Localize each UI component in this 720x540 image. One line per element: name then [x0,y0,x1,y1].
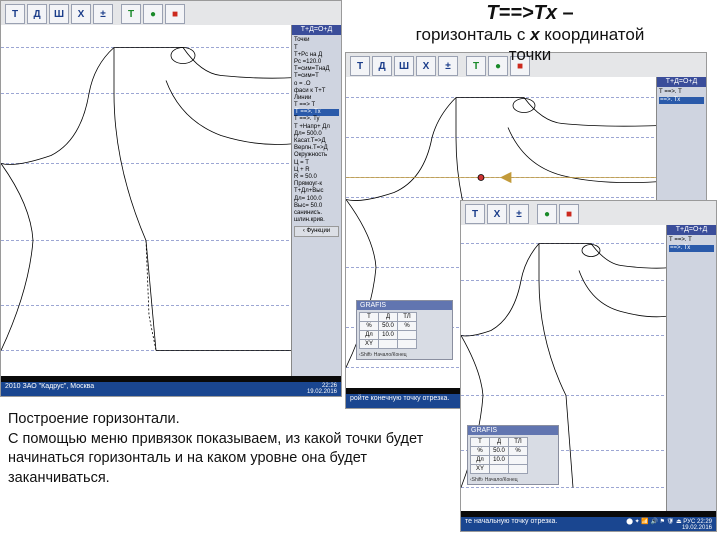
snap-palette[interactable]: GRAFIS ТДТЛ %50.0% Дл10.0 XY ‹Shift› Нач… [467,425,559,485]
tool-btn[interactable]: Т [5,4,25,24]
status-msg: те начальную точку отрезка. [465,518,557,530]
drawing-canvas[interactable] [1,25,296,376]
tool-btn[interactable]: Х [487,204,507,224]
pattern-svg [1,25,296,376]
function-name: T==>Tx [486,2,557,24]
status-bar: те начальную точку отрезка. ⬤ ✦ 📶 🔊 ⚑ 🛡 … [461,517,716,531]
selected-command[interactable]: ==>. Тх [669,245,714,252]
selected-command[interactable]: ==>. Тх [659,97,704,104]
stop-btn[interactable]: ■ [559,204,579,224]
copyright: 2010 ЗАО "Кадрус", Москва [5,383,94,395]
slide-heading: T==>Tx – горизонталь с х координатой точ… [350,2,710,65]
drawing-canvas[interactable]: GRAFIS ТДТЛ %50.0% Дл10.0 XY ‹Shift› Нач… [461,225,671,511]
slide-caption: Построение горизонтали. С помощью меню п… [8,410,468,488]
right-panel: Т+Д=О+Д Т ==>. Т ==>. Тх [666,225,716,511]
panel-header: Т+Д=О+Д [657,77,706,87]
status-msg: ройте конечную точку отрезка. [350,395,449,407]
tool-btn[interactable]: ● [537,204,557,224]
tool-btn[interactable]: Т [121,4,141,24]
tool-btn[interactable]: ● [143,4,163,24]
status-bar: 2010 ЗАО "Кадрус", Москва 22:2619.02.201… [1,382,341,396]
palette-hint: ‹Shift› Начало/Конец [357,351,452,359]
stop-btn[interactable]: ■ [165,4,185,24]
palette-grid[interactable]: ТДТЛ %50.0% Дл10.0 XY [359,312,417,349]
tool-btn[interactable]: Х [71,4,91,24]
screenshot-1: Т Д Ш Х ± Т ● ■ [0,0,342,397]
toolbar: Т Х ± ● ■ [461,201,716,228]
toolbar: Т Д Ш Х ± Т ● ■ [1,1,341,28]
palette-title: GRAFIS [357,301,452,310]
selected-command[interactable]: Т ==>. Тх [294,109,339,116]
tool-btn[interactable]: Т [465,204,485,224]
panel-header: Т+Д=О+Д [667,225,716,235]
tool-btn[interactable]: ± [509,204,529,224]
snap-palette[interactable]: GRAFIS ТДТЛ %50.0% Дл10.0 XY ‹Shift› Нач… [356,300,453,360]
tool-btn[interactable]: Ш [49,4,69,24]
palette-hint: ‹Shift› Начало/Конец [468,476,558,484]
functions-button[interactable]: ‹ Функции [294,226,339,237]
screenshot-3: Т Х ± ● ■ GRAFIS ТДТЛ [460,200,717,532]
tool-btn[interactable]: Д [27,4,47,24]
palette-grid[interactable]: ТДТЛ %50.0% Дл10.0 XY [470,437,528,474]
right-panel: Т+Д=О+Д ТочкиТ Т+Рс на ДРс =120.0 Т=сим=… [291,25,341,376]
panel-header: Т+Д=О+Д [292,25,341,35]
palette-title: GRAFIS [468,426,558,435]
tool-btn[interactable]: ± [93,4,113,24]
